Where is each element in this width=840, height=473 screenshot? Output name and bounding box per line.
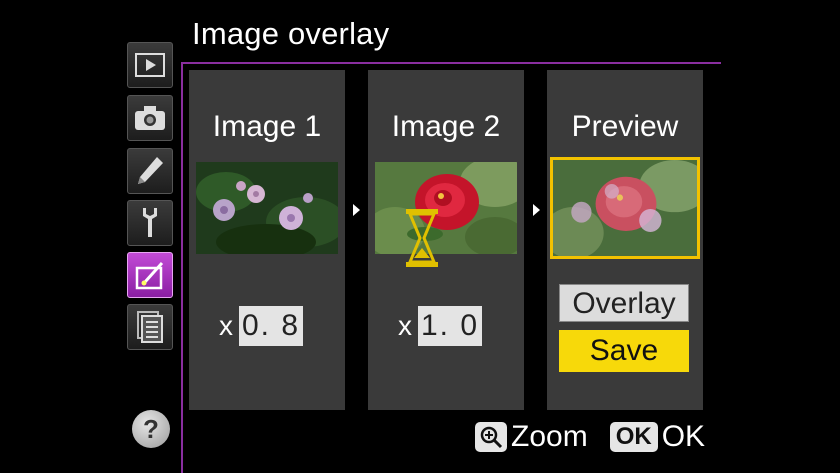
footer-hints: Zoom OK OK (475, 420, 705, 454)
image2-panel[interactable]: Image 2 x 1. 0 (368, 70, 524, 410)
overlay-button[interactable]: Overlay (559, 284, 689, 322)
arrow-right-icon (533, 204, 540, 216)
wrench-icon (143, 208, 157, 237)
retouch-icon (135, 261, 164, 290)
image2-gain-value[interactable]: 1. 0 (418, 306, 482, 346)
image1-thumbnail (196, 162, 338, 254)
gain-prefix: x (398, 310, 412, 341)
ok-label: OK (661, 420, 706, 453)
sidebar-item-retouch[interactable] (127, 252, 173, 298)
zoom-key (475, 422, 507, 452)
image2-thumbnail (375, 162, 517, 254)
image2-gain[interactable]: x 1. 0 (398, 306, 482, 346)
save-button[interactable]: Save (559, 330, 689, 372)
camera-icon (135, 106, 165, 130)
arrow-right-icon (353, 204, 360, 216)
image1-panel[interactable]: Image 1 x 0. 8 (189, 70, 345, 410)
preview-thumbnail[interactable] (550, 157, 700, 259)
sidebar-item-my-menu[interactable] (127, 304, 173, 350)
zoom-label: Zoom (511, 420, 588, 453)
image1-title: Image 1 (212, 110, 322, 143)
sidebar-item-custom-settings[interactable] (127, 148, 173, 194)
ok-key-icon: OK (609, 422, 658, 452)
sidebar-item-setup[interactable] (127, 200, 173, 246)
menu-list-icon (137, 311, 163, 343)
preview-title: Preview (571, 110, 679, 143)
sidebar-item-playback[interactable] (127, 42, 173, 88)
zoom-in-icon (480, 426, 503, 449)
image1-gain[interactable]: x 0. 8 (219, 306, 303, 346)
preview-panel: Preview Overlay Save (547, 70, 703, 410)
playback-icon (135, 53, 165, 77)
help-button[interactable]: ? (132, 410, 170, 448)
menu-divider-top (181, 62, 721, 64)
hourglass-icon (406, 209, 438, 267)
gain-prefix: x (219, 310, 233, 341)
menu-divider-left (181, 62, 183, 473)
image2-title: Image 2 (391, 110, 501, 143)
page-title: Image overlay (192, 16, 390, 51)
sidebar-item-shooting[interactable] (127, 95, 173, 141)
image1-gain-value[interactable]: 0. 8 (239, 306, 303, 346)
pencil-icon (138, 157, 163, 184)
